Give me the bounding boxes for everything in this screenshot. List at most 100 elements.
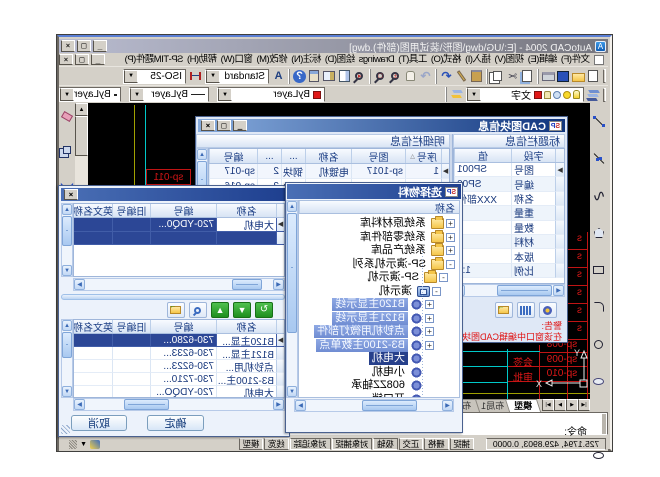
column-header-old-code[interactable]: 旧编号 — [112, 204, 150, 217]
toggle-对象追踪[interactable]: 对象追踪 — [290, 438, 331, 450]
tab-nav-prev[interactable]: ◀ — [566, 399, 578, 411]
import-folder-icon[interactable]: → — [167, 302, 185, 318]
menu-item-10[interactable]: 修改(M) — [255, 53, 290, 66]
toggle-线宽[interactable]: 线宽 — [264, 438, 288, 450]
zoom-previous-icon[interactable]: ◂ — [352, 68, 367, 84]
combo-dropdown-icon[interactable]: ▼ — [218, 88, 232, 101]
expand-icon[interactable]: + — [446, 219, 455, 228]
dialog-splitter[interactable] — [61, 294, 285, 300]
selector-top-row[interactable] — [74, 232, 284, 246]
expand-icon[interactable]: + — [425, 300, 434, 309]
title-block-hscrollbar[interactable]: ◀ ▶ — [453, 284, 565, 297]
expand-icon[interactable]: + — [446, 246, 455, 255]
column-header-c5[interactable]: ... — [257, 149, 281, 163]
scroll-left-icon[interactable]: ◀ — [273, 279, 284, 290]
expand-icon[interactable]: + — [446, 233, 455, 242]
scrollbar-thumb[interactable] — [287, 213, 297, 333]
cancel-button[interactable]: 取消 — [71, 415, 127, 431]
tree-item-11[interactable]: 大电机 — [299, 352, 459, 366]
mdi-minimize-button[interactable]: _ — [91, 54, 105, 65]
redo-icon[interactable]: ↷ — [418, 68, 433, 84]
polygon-icon[interactable] — [590, 224, 608, 242]
app-titlebar[interactable]: A AutoCAD 2004 - [E:\UG\dwg\图形\装试用图(部件).… — [59, 39, 608, 53]
scroll-up-icon[interactable]: ▲ — [62, 320, 72, 331]
scrollbar-thumb[interactable] — [232, 279, 262, 290]
title-block-row[interactable]: 名称XXX部件 — [454, 192, 564, 206]
revision-cloud-icon[interactable] — [590, 372, 608, 390]
line-icon[interactable] — [590, 113, 608, 131]
undo-icon[interactable]: ↶ — [439, 68, 454, 84]
collapse-icon[interactable]: - — [439, 273, 448, 282]
menu-item-1[interactable]: 文件(F) — [559, 53, 592, 66]
combo-dropdown-icon[interactable]: ▼ — [60, 88, 74, 101]
tree-item-6[interactable]: -演示机 — [299, 285, 459, 299]
expand-icon[interactable]: + — [425, 327, 434, 336]
rectangle-icon[interactable] — [590, 261, 608, 279]
mdi-restore-button[interactable]: □ — [75, 54, 89, 65]
collapse-icon[interactable]: - — [432, 287, 441, 296]
paste-icon[interactable] — [469, 68, 484, 84]
tree-item-10[interactable]: +B3-2100主数单点 — [299, 339, 459, 353]
menu-item-12[interactable]: 帮助(H) — [185, 53, 219, 66]
text-style-combo[interactable]: Standard ▼ — [205, 69, 269, 84]
command-grab-bar[interactable] — [602, 414, 606, 434]
minimize-button[interactable]: _ — [233, 120, 247, 131]
tree-item-3[interactable]: +系统产品库 — [299, 244, 459, 258]
tab-nav-last[interactable]: ▶| — [542, 399, 554, 411]
material-tree[interactable]: +系统原材料库+系统零部件库+系统产品库-SP-演示机系列-SP-演示机-演示机… — [298, 214, 460, 398]
ok-button[interactable]: 确定 — [147, 415, 204, 431]
scrollbar-thumb[interactable] — [62, 216, 72, 246]
column-header-value[interactable]: 值 — [454, 149, 511, 162]
maximize-button[interactable]: □ — [77, 40, 91, 52]
toolbar-grab-handle[interactable] — [603, 88, 606, 102]
menu-item-13[interactable]: SP-TIM题件(P) — [123, 53, 185, 66]
selector-bottom-row[interactable]: B3-2100主...730-7210... — [74, 373, 284, 386]
cut-icon[interactable]: ✂ — [505, 68, 520, 84]
dim-style-combo[interactable]: ISO-25 ▼ — [123, 69, 186, 84]
column-header-name[interactable]: 名称 — [305, 149, 351, 163]
copy-object-icon[interactable] — [58, 141, 76, 159]
tab-nav-first[interactable]: |◀ — [578, 399, 590, 411]
scroll-down-icon[interactable]: ▼ — [62, 265, 72, 276]
plot-icon[interactable] — [541, 68, 556, 84]
toggle-栅格[interactable]: 栅格 — [424, 438, 448, 450]
selector-top-vscrollbar[interactable]: ▲ ▼ — [61, 203, 73, 277]
scrollbar-thumb[interactable] — [362, 400, 417, 411]
combo-dropdown-icon[interactable]: ▼ — [467, 88, 481, 101]
menu-item-3[interactable]: 视图(V) — [493, 53, 526, 66]
lineweight-combo[interactable]: ByLayer ▼ — [59, 87, 121, 102]
import-folder-icon[interactable]: → — [495, 302, 513, 318]
title-block-row[interactable]: 版本1 — [454, 249, 564, 263]
selector-bottom-row[interactable]: B121主显...730-6233... — [74, 347, 284, 360]
selector-bottom-hscrollbar[interactable]: ◀ ▶ — [73, 398, 285, 411]
scroll-up-icon[interactable]: ▲ — [197, 149, 207, 160]
minimize-button[interactable]: _ — [93, 40, 107, 52]
column-header-english-name[interactable]: 英文名称 — [73, 204, 112, 217]
column-header-name[interactable]: 名称 — [216, 204, 276, 217]
selector-top-grid[interactable]: 名称编号旧编号英文名称▶大电机720-YDQ0... — [73, 203, 285, 277]
zoom-window-icon[interactable]: □ — [373, 68, 388, 84]
menu-item-5[interactable]: 格式(O) — [429, 53, 463, 66]
layer-combo[interactable]: 文字 ▼ — [466, 87, 584, 102]
scroll-down-icon[interactable]: ▼ — [62, 386, 72, 397]
tree-item-7[interactable]: +B120主显示线 — [299, 298, 459, 312]
communication-center-icon[interactable] — [90, 440, 100, 449]
save-icon[interactable] — [556, 68, 571, 84]
tree-item-2[interactable]: +系统零部件库 — [299, 231, 459, 245]
selector-bottom-row[interactable]: 点钞机用...730-6223... — [74, 360, 284, 373]
toggle-正交[interactable]: 正交 — [399, 438, 423, 450]
erase-icon[interactable] — [58, 107, 76, 125]
tree-item-5[interactable]: -SP-演示机 — [299, 271, 459, 285]
column-header-english-name[interactable]: 英文名称 — [73, 320, 112, 333]
close-button[interactable]: × — [201, 120, 215, 131]
dropdown-arrow-icon[interactable]: ▼ — [80, 441, 87, 448]
arc-icon[interactable] — [590, 298, 608, 316]
column-header-code[interactable]: 编号 — [209, 149, 257, 163]
menu-item-2[interactable]: 编辑(E) — [526, 53, 559, 66]
tree-item-9[interactable]: +点钞机用微灯部件 — [299, 325, 459, 339]
scroll-down-icon[interactable]: ▼ — [287, 386, 297, 397]
column-header-seq[interactable]: 序号△ — [405, 149, 441, 163]
expand-icon[interactable]: + — [425, 314, 434, 323]
tree-item-13[interactable]: 608ZZ轴承 — [299, 379, 459, 393]
scroll-up-icon[interactable]: ▲ — [287, 201, 297, 212]
